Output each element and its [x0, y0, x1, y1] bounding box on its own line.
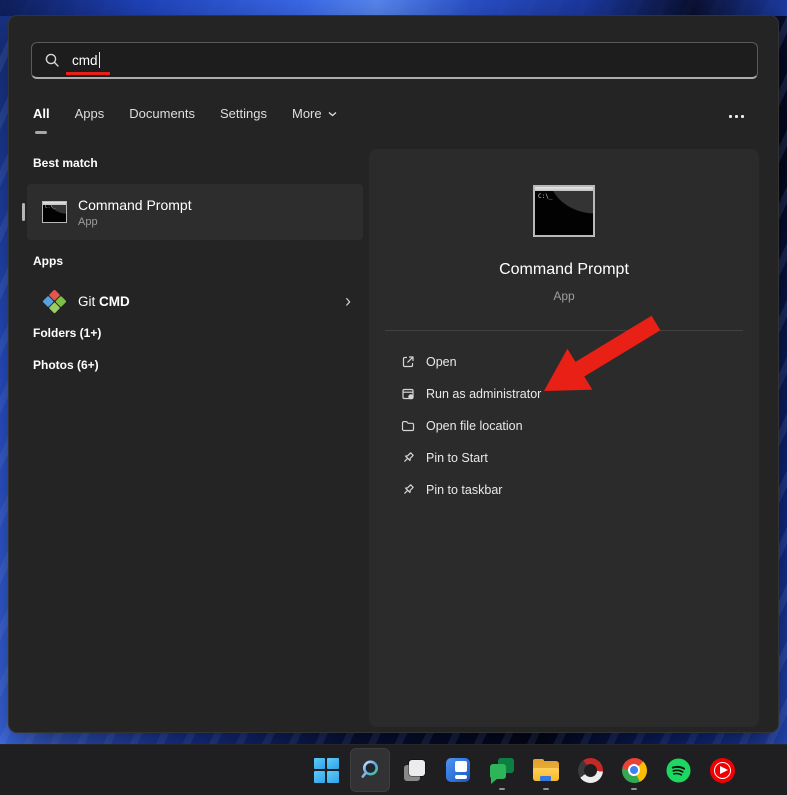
tab-settings[interactable]: Settings — [220, 106, 267, 121]
action-pin-to-taskbar[interactable]: Pin to taskbar — [369, 474, 759, 506]
git-cmd-icon — [42, 289, 67, 314]
youtube-music-button[interactable] — [702, 748, 742, 792]
tab-all[interactable]: All — [33, 106, 50, 121]
start-button[interactable] — [306, 748, 346, 792]
search-input[interactable]: cmd — [31, 42, 758, 79]
command-prompt-icon-large: C:\_ — [533, 185, 595, 237]
taskbar-items — [306, 748, 742, 792]
file-explorer-icon — [533, 759, 559, 781]
spotify-button[interactable] — [658, 748, 698, 792]
command-prompt-icon: C:\_ — [42, 201, 67, 223]
folder-icon — [400, 418, 416, 434]
taskbar — [0, 744, 787, 795]
file-explorer-button[interactable] — [526, 748, 566, 792]
search-taskbar-icon — [361, 760, 378, 778]
action-pin-to-start[interactable]: Pin to Start — [369, 442, 759, 474]
result-subtitle: App — [78, 215, 98, 228]
detail-title: Command Prompt — [499, 261, 629, 278]
result-title: Command Prompt — [78, 196, 192, 213]
text-caret — [98, 52, 101, 68]
tab-apps[interactable]: Apps — [75, 106, 105, 121]
detail-pane: C:\_ Command Prompt App Open Run as admi… — [369, 149, 759, 727]
chrome-button[interactable] — [614, 748, 654, 792]
running-indicator — [499, 787, 505, 790]
youtube-music-icon — [709, 757, 735, 783]
chat-app-button[interactable] — [482, 748, 522, 792]
windows-logo-icon — [313, 757, 339, 783]
running-indicator — [631, 787, 637, 790]
desktop: cmd All Apps Documents Settings More Bes… — [0, 0, 787, 795]
widgets-icon — [446, 758, 470, 782]
photos-group-label[interactable]: Photos (6+) — [33, 358, 99, 372]
detail-subtitle: App — [553, 289, 575, 303]
tab-documents[interactable]: Documents — [129, 106, 195, 121]
task-view-button[interactable] — [394, 748, 434, 792]
tab-more[interactable]: More — [292, 106, 337, 121]
chrome-icon — [621, 757, 647, 783]
chevron-right-icon[interactable]: › — [345, 292, 351, 310]
pin-icon — [400, 450, 416, 466]
apps-section-label: Apps — [33, 254, 63, 268]
more-options-icon[interactable] — [722, 108, 750, 124]
widgets-button[interactable] — [438, 748, 478, 792]
search-query-text: cmd — [72, 52, 98, 68]
ring-app-button[interactable] — [570, 748, 610, 792]
selection-accent-bar — [22, 203, 25, 221]
running-indicator — [543, 787, 549, 790]
search-flyout-panel: cmd All Apps Documents Settings More Bes… — [8, 15, 779, 733]
chat-icon — [490, 758, 514, 784]
action-open-file-location[interactable]: Open file location — [369, 410, 759, 442]
active-tab-indicator — [35, 131, 47, 134]
divider — [385, 330, 743, 331]
taskbar-search-button[interactable] — [350, 748, 390, 792]
action-open[interactable]: Open — [369, 346, 759, 378]
result-git-cmd[interactable]: Git CMD › — [27, 279, 363, 323]
spotify-icon — [666, 758, 690, 782]
best-match-label: Best match — [33, 156, 98, 170]
folders-group-label[interactable]: Folders (1+) — [33, 326, 101, 340]
pin-icon — [400, 482, 416, 498]
open-icon — [400, 354, 416, 370]
ring-app-icon — [577, 757, 603, 783]
action-run-as-administrator[interactable]: Run as administrator — [369, 378, 759, 410]
run-as-admin-icon — [400, 386, 416, 402]
task-view-icon — [402, 758, 427, 783]
chevron-down-icon — [328, 111, 337, 116]
annotation-red-underline — [66, 72, 110, 75]
result-command-prompt[interactable]: C:\_ Command Prompt App — [22, 184, 363, 240]
search-filter-tabs: All Apps Documents Settings More — [33, 106, 337, 121]
search-icon — [44, 52, 60, 68]
action-list: Open Run as administrator Open file loca… — [369, 346, 759, 506]
